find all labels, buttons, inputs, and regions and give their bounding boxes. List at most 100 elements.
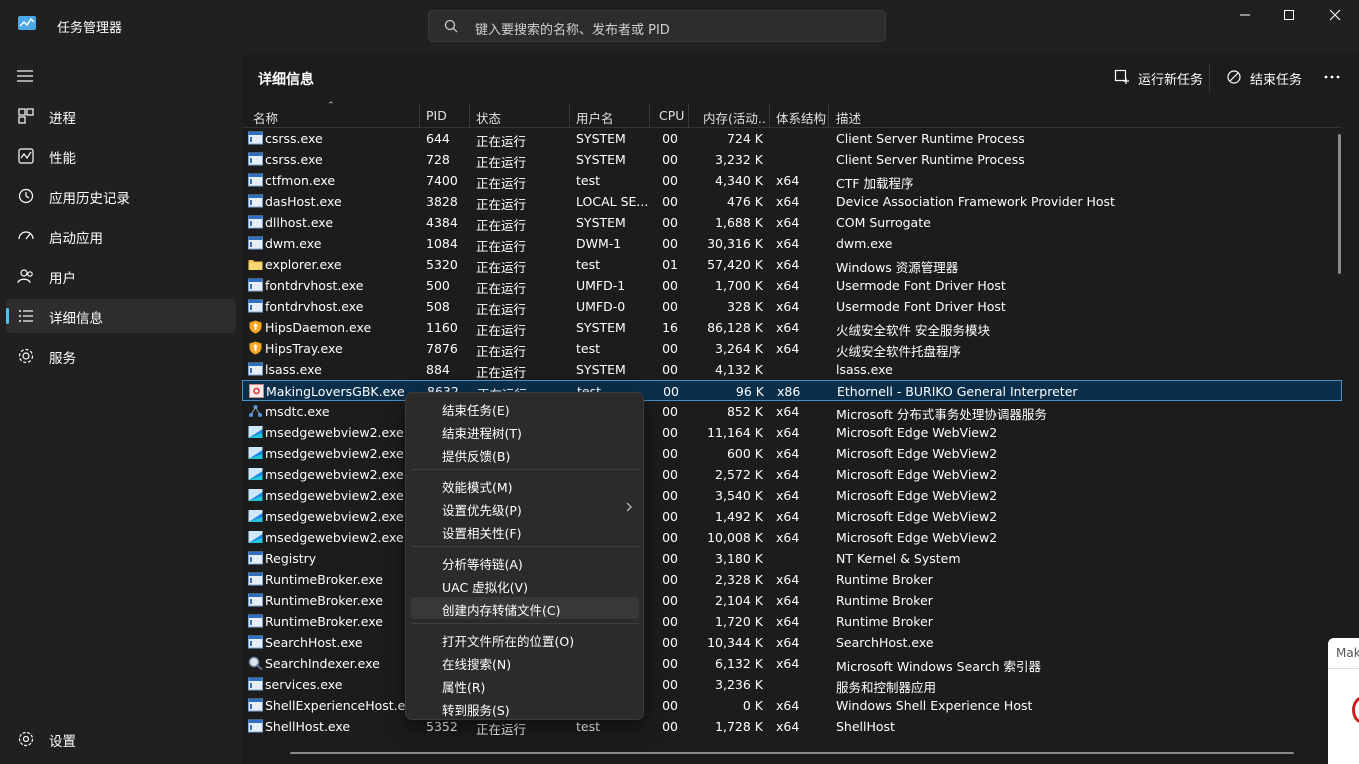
table-row[interactable]: ShellHost.exe 5352 正在运行 test 00 1,728 K x64 She… bbox=[242, 716, 1342, 737]
process-memory: 11,164 K bbox=[707, 425, 763, 440]
menu-item-label: 在线搜索(N) bbox=[442, 657, 512, 672]
menu-item[interactable]: 结束进程树(T) bbox=[411, 420, 639, 442]
process-status: 正在运行 bbox=[476, 722, 527, 737]
menu-item[interactable]: 分析等待链(A) bbox=[411, 551, 639, 573]
table-row[interactable]: csrss.exe 728 正在运行 SYSTEM 00 3,232 K Client Se… bbox=[242, 149, 1342, 170]
column-header-pid[interactable]: PID bbox=[426, 108, 447, 123]
process-pid: 5320 bbox=[426, 257, 458, 272]
process-name: RuntimeBroker.exe bbox=[265, 593, 383, 608]
process-memory: 3,540 K bbox=[715, 488, 763, 503]
process-cpu: 00 bbox=[662, 677, 678, 692]
table-row[interactable]: fontdrvhost.exe 508 正在运行 UMFD-0 00 328 K x64 Us… bbox=[242, 296, 1342, 317]
sidebar-item-performance[interactable]: 性能 bbox=[6, 139, 236, 173]
process-name: dwm.exe bbox=[265, 236, 322, 251]
column-header-memory[interactable]: 内存(活动... bbox=[703, 108, 767, 127]
process-status: 正在运行 bbox=[476, 323, 527, 338]
hamburger-menu-icon[interactable] bbox=[16, 68, 34, 84]
menu-item[interactable]: 打开文件所在的位置(O) bbox=[411, 628, 639, 650]
search-input[interactable]: 键入要搜索的名称、发布者或 PID bbox=[428, 10, 886, 42]
process-description: Client Server Runtime Process bbox=[836, 152, 1025, 167]
table-row[interactable]: HipsDaemon.exe 1160 正在运行 SYSTEM 16 86,128 K x6… bbox=[242, 317, 1342, 338]
process-pid: 1084 bbox=[426, 236, 458, 251]
sidebar-item-services[interactable]: 服务 bbox=[6, 339, 236, 373]
process-username: test bbox=[576, 257, 601, 272]
column-header-description[interactable]: 描述 bbox=[836, 108, 861, 127]
sidebar-item-startup-apps[interactable]: 启动应用 bbox=[6, 219, 236, 253]
process-pid: 5352 bbox=[426, 719, 458, 734]
column-header-architecture[interactable]: 体系结构 bbox=[776, 108, 826, 127]
menu-item-label: 分析等待链(A) bbox=[442, 557, 523, 572]
startup-icon bbox=[18, 231, 34, 240]
sidebar-item-users[interactable]: 用户 bbox=[6, 259, 236, 293]
process-memory: 852 K bbox=[726, 404, 763, 419]
menu-item[interactable]: 提供反馈(B) bbox=[411, 443, 639, 465]
column-header-username[interactable]: 用户名 bbox=[576, 108, 614, 127]
menu-item[interactable]: 转到服务(S) bbox=[411, 697, 639, 719]
menu-item[interactable]: 创建内存转储文件(C) bbox=[411, 597, 639, 619]
table-row[interactable]: dwm.exe 1084 正在运行 DWM-1 00 30,316 K x64 dwm.exe bbox=[242, 233, 1342, 254]
end-task-button[interactable]: 结束任务 bbox=[1226, 64, 1304, 90]
process-name: SearchIndexer.exe bbox=[265, 656, 380, 671]
table-row[interactable]: lsass.exe 884 正在运行 SYSTEM 00 4,132 K lsass.exe bbox=[242, 359, 1342, 380]
column-header-status[interactable]: 状态 bbox=[476, 108, 501, 127]
menu-item[interactable]: 设置相关性(F) bbox=[411, 520, 639, 542]
minimize-button[interactable] bbox=[1222, 0, 1268, 32]
process-username: DWM-1 bbox=[576, 236, 622, 251]
process-memory: 4,340 K bbox=[715, 173, 763, 188]
background-window[interactable]: Mak bbox=[1328, 638, 1359, 764]
column-header-name[interactable]: 名称 bbox=[253, 108, 278, 127]
history-icon bbox=[18, 188, 34, 204]
horizontal-scrollbar[interactable] bbox=[290, 752, 1294, 754]
process-architecture: x64 bbox=[776, 698, 800, 713]
sidebar-item-processes[interactable]: 进程 bbox=[6, 99, 236, 133]
table-row[interactable]: csrss.exe 644 正在运行 SYSTEM 00 724 K Client Serv… bbox=[242, 128, 1342, 149]
vertical-scrollbar[interactable] bbox=[1338, 134, 1341, 274]
process-pid: 1160 bbox=[426, 320, 458, 335]
table-row[interactable]: dasHost.exe 3828 正在运行 LOCAL SE... 00 476 K x64… bbox=[242, 191, 1342, 212]
table-row[interactable]: HipsTray.exe 7876 正在运行 test 00 3,264 K x64 火绒安全… bbox=[242, 338, 1342, 359]
process-cpu: 00 bbox=[662, 719, 678, 734]
sidebar-item-details[interactable]: 详细信息 bbox=[6, 299, 236, 333]
table-row[interactable]: dllhost.exe 4384 正在运行 SYSTEM 00 1,688 K x64 COM… bbox=[242, 212, 1342, 233]
process-architecture: x64 bbox=[776, 719, 800, 734]
table-row[interactable]: ctfmon.exe 7400 正在运行 test 00 4,340 K x64 CTF 加载… bbox=[242, 170, 1342, 191]
sidebar-item-app-history[interactable]: 应用历史记录 bbox=[6, 179, 236, 213]
process-cpu: 01 bbox=[662, 257, 678, 272]
table-row[interactable]: explorer.exe 5320 正在运行 test 01 57,420 K x64 Win… bbox=[242, 254, 1342, 275]
process-name: msdtc.exe bbox=[265, 404, 330, 419]
column-header-cpu[interactable]: CPU bbox=[659, 108, 684, 123]
process-description: Windows 资源管理器 bbox=[836, 260, 959, 275]
process-description: Microsoft Windows Search 索引器 bbox=[836, 659, 1042, 674]
process-description: Windows Shell Experience Host bbox=[836, 698, 1033, 713]
process-cpu: 00 bbox=[662, 299, 678, 314]
process-memory: 3,236 K bbox=[715, 677, 763, 692]
process-cpu: 00 bbox=[662, 152, 678, 167]
table-row[interactable]: fontdrvhost.exe 500 正在运行 UMFD-1 00 1,700 K x64… bbox=[242, 275, 1342, 296]
process-name: RuntimeBroker.exe bbox=[265, 614, 383, 629]
process-memory: 86,128 K bbox=[707, 320, 763, 335]
toolbar-divider bbox=[1209, 64, 1210, 92]
maximize-button[interactable] bbox=[1266, 0, 1312, 32]
more-options-button[interactable] bbox=[1324, 64, 1344, 90]
process-memory: 476 K bbox=[726, 194, 763, 209]
process-pid: 644 bbox=[426, 131, 450, 146]
process-architecture: x64 bbox=[776, 509, 800, 524]
menu-item[interactable]: 在线搜索(N) bbox=[411, 651, 639, 673]
menu-item[interactable]: 设置优先级(P) bbox=[411, 497, 639, 519]
sidebar-item-settings[interactable]: 设置 bbox=[6, 722, 236, 756]
process-description: SearchHost.exe bbox=[836, 635, 934, 650]
menu-item[interactable]: UAC 虚拟化(V) bbox=[411, 574, 639, 596]
menu-item[interactable]: 属性(R) bbox=[411, 674, 639, 696]
process-architecture: x86 bbox=[777, 384, 801, 399]
process-pid: 500 bbox=[426, 278, 450, 293]
close-button[interactable] bbox=[1312, 0, 1358, 32]
window-icon bbox=[248, 278, 263, 292]
process-pid: 3828 bbox=[426, 194, 458, 209]
menu-item[interactable]: 效能模式(M) bbox=[411, 474, 639, 496]
process-memory: 328 K bbox=[726, 299, 763, 314]
menu-item[interactable]: 结束任务(E) bbox=[411, 397, 639, 419]
sidebar-item-label: 详细信息 bbox=[49, 311, 103, 327]
process-name: csrss.exe bbox=[265, 131, 323, 146]
process-cpu: 00 bbox=[662, 530, 678, 545]
run-new-task-button[interactable]: 运行新任务 bbox=[1114, 64, 1203, 90]
